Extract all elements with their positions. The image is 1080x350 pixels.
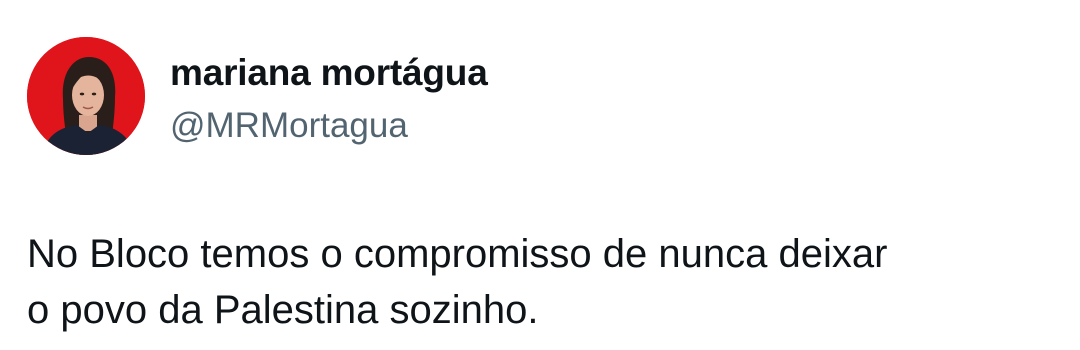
tweet-card: mariana mortágua @MRMortagua No Bloco te…: [0, 0, 1080, 350]
user-handle[interactable]: @MRMortagua: [170, 106, 488, 146]
display-name[interactable]: mariana mortágua: [170, 52, 488, 94]
user-info: mariana mortágua @MRMortagua: [170, 52, 488, 146]
avatar[interactable]: [27, 37, 145, 155]
profile-photo-icon: [27, 37, 145, 155]
tweet-text: No Bloco temos o compromisso de nunca de…: [27, 232, 888, 332]
